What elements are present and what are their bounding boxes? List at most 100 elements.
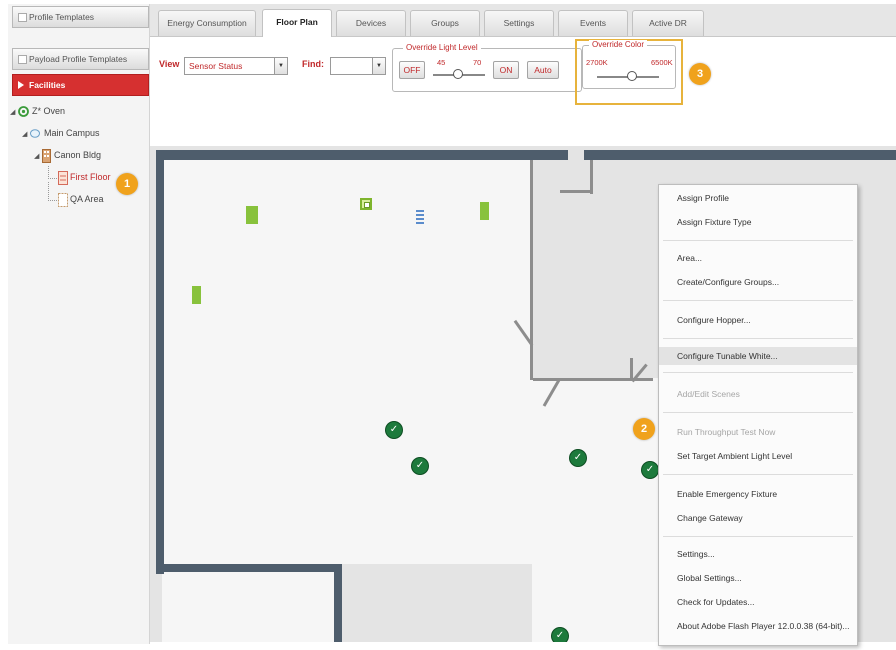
tree-connector (48, 182, 57, 201)
tree-node-label: First Floor (70, 172, 111, 182)
tab-devices[interactable]: Devices (336, 10, 406, 36)
menu-separator (663, 372, 853, 373)
override-color-legend: Override Color (589, 40, 648, 49)
menu-item-change-gateway[interactable]: Change Gateway (659, 509, 857, 527)
menu-item-settings[interactable]: Settings... (659, 545, 857, 563)
menu-item-assign-fixture-type[interactable]: Assign Fixture Type (659, 213, 857, 231)
status-ok-icon[interactable]: ✓ (386, 422, 402, 438)
status-ok-icon[interactable]: ✓ (552, 628, 568, 642)
menu-item-assign-profile[interactable]: Assign Profile (659, 189, 857, 207)
nav-button-label: Facilities (29, 80, 66, 90)
view-dropdown[interactable]: Sensor Status ▼ (184, 57, 288, 75)
profile-templates-button[interactable]: Profile Templates (12, 6, 149, 28)
fixture-icon[interactable] (480, 202, 489, 220)
nav-button-label: Payload Profile Templates (29, 54, 128, 64)
building-icon (42, 149, 51, 163)
nav-button-label: Profile Templates (29, 12, 95, 22)
menu-item-set-target-ambient-light[interactable]: Set Target Ambient Light Level (659, 447, 857, 465)
status-ok-icon[interactable]: ✓ (570, 450, 586, 466)
tree-node-label: Z* Oven (32, 106, 66, 116)
fixture-icon[interactable] (246, 206, 258, 224)
menu-item-check-for-updates[interactable]: Check for Updates... (659, 593, 857, 611)
tab-bar: Energy Consumption Floor Plan Devices Gr… (150, 4, 896, 37)
callout-badge-1: 1 (116, 173, 138, 195)
tab-events[interactable]: Events (558, 10, 628, 36)
light-on-button[interactable]: ON (493, 61, 519, 79)
context-menu: Assign Profile Assign Fixture Type Area.… (658, 184, 858, 646)
outer-wall-bottom (156, 564, 342, 572)
chevron-down-icon: ▼ (274, 58, 287, 74)
menu-item-global-settings[interactable]: Global Settings... (659, 569, 857, 587)
light-level-max-label: 70 (473, 58, 482, 67)
light-auto-button[interactable]: Auto (527, 61, 559, 79)
tab-settings[interactable]: Settings (484, 10, 554, 36)
partition-wall (590, 160, 593, 194)
menu-item-run-throughput-test: Run Throughput Test Now (677, 427, 776, 437)
light-off-button[interactable]: OFF (399, 61, 425, 79)
view-label: View (159, 59, 180, 69)
override-light-level-legend: Override Light Level (403, 43, 481, 52)
menu-separator (663, 240, 853, 241)
facilities-button[interactable]: Facilities (12, 74, 149, 96)
tree-connector (48, 166, 57, 179)
view-dropdown-value: Sensor Status (189, 61, 243, 71)
tree-node-label: Canon Bldg (54, 150, 102, 160)
organization-icon (18, 106, 29, 117)
color-max-label: 6500K (651, 58, 673, 67)
color-slider-thumb[interactable] (627, 71, 637, 81)
light-level-slider-thumb[interactable] (453, 69, 463, 79)
expand-arrow-icon (18, 81, 24, 89)
tab-floor-plan[interactable]: Floor Plan (262, 9, 332, 37)
menu-item-about-flash-player[interactable]: About Adobe Flash Player 12.0.0.38 (64-b… (659, 617, 857, 635)
outer-wall-lower (334, 564, 342, 642)
menu-item-configure-hopper[interactable]: Configure Hopper... (659, 311, 857, 329)
partition-wall (560, 190, 592, 193)
collapse-triangle-icon[interactable]: ◢ (22, 130, 27, 138)
menu-separator (663, 536, 853, 537)
campus-icon (30, 129, 40, 138)
tab-groups[interactable]: Groups (410, 10, 480, 36)
lower-left-room (162, 570, 336, 642)
find-dropdown[interactable]: ▼ (330, 57, 386, 75)
partition-wall (630, 358, 633, 380)
menu-item-enable-emergency-fixture[interactable]: Enable Emergency Fixture (659, 485, 857, 503)
collapse-triangle-icon[interactable]: ◢ (10, 108, 15, 116)
page-icon (18, 55, 27, 64)
color-min-label: 2700K (586, 58, 608, 67)
floor-plan-toolbar: View Sensor Status ▼ Find: ▼ Override Li… (150, 36, 896, 147)
status-ok-icon[interactable]: ✓ (412, 458, 428, 474)
menu-item-create-configure-groups[interactable]: Create/Configure Groups... (659, 273, 857, 291)
partition-wall (530, 160, 533, 380)
sensor-icon[interactable] (416, 208, 424, 224)
find-label: Find: (302, 59, 324, 69)
status-ok-icon[interactable]: ✓ (642, 462, 658, 478)
open-office-area (162, 160, 532, 564)
menu-item-add-edit-scenes: Add/Edit Scenes (677, 389, 740, 399)
area-icon (58, 193, 68, 207)
tree-node-label: Main Campus (44, 128, 100, 138)
menu-item-area[interactable]: Area... (659, 249, 857, 267)
light-level-min-label: 45 (437, 58, 446, 67)
outer-wall-top (156, 150, 568, 160)
tree-node-label: QA Area (70, 194, 104, 204)
override-light-level-group: Override Light Level OFF 45 70 ON Auto (392, 43, 582, 92)
menu-item-configure-tunable-white[interactable]: Configure Tunable White... (659, 347, 857, 365)
tab-energy-consumption[interactable]: Energy Consumption (158, 10, 256, 36)
tab-active-dr[interactable]: Active DR (632, 10, 704, 36)
menu-separator (663, 474, 853, 475)
fixture-icon[interactable] (192, 286, 201, 304)
outer-wall-top-right (584, 150, 896, 160)
payload-profile-templates-button[interactable]: Payload Profile Templates (12, 48, 149, 70)
override-color-group: Override Color 2700K 6500K (582, 40, 676, 89)
chevron-down-icon: ▼ (372, 58, 385, 74)
callout-badge-3: 3 (689, 63, 711, 85)
floor-icon (58, 171, 68, 185)
menu-separator (663, 338, 853, 339)
callout-badge-2: 2 (633, 418, 655, 440)
page-icon (18, 13, 27, 22)
left-navigation-pane: Profile Templates Payload Profile Templa… (8, 4, 150, 644)
outer-wall-left (156, 150, 164, 574)
collapse-triangle-icon[interactable]: ◢ (34, 152, 39, 160)
fixture-selected-icon[interactable] (360, 198, 372, 210)
menu-separator (663, 300, 853, 301)
